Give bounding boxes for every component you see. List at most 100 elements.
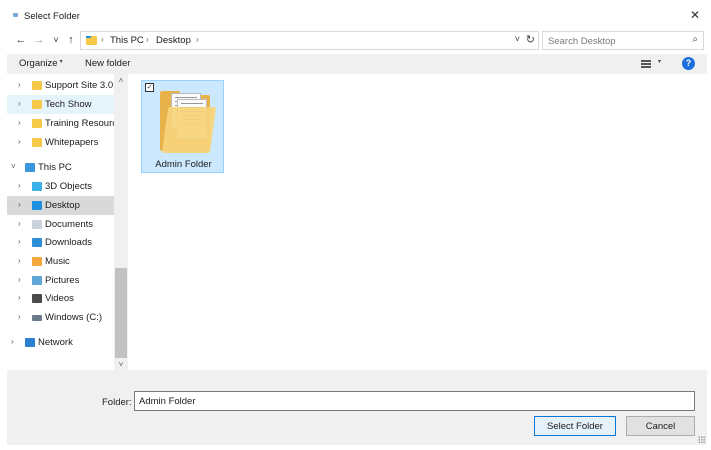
downloads-icon [32,238,42,247]
chevron-right-icon[interactable]: › [18,99,26,108]
chevron-right-icon[interactable]: › [18,80,26,89]
chevron-down-icon[interactable]: ▾ [658,58,661,65]
scrollbar-thumb[interactable] [115,268,127,358]
search-icon[interactable]: ⌕ [692,34,698,45]
folder-name: Admin Folder [155,159,212,170]
address-bar[interactable]: › This PC › Desktop › ˅ ↻ [80,31,539,50]
videos-icon [32,294,42,303]
sidebar-item-videos[interactable]: › Videos [7,289,114,308]
recent-locations-button[interactable]: ˅ [49,32,63,48]
sidebar-item-label: Network [38,337,73,348]
chevron-right-icon[interactable]: › [18,219,26,228]
address-dropdown-button[interactable]: ˅ [515,34,520,44]
breadcrumb-separator[interactable]: › [146,35,149,44]
breadcrumb-separator[interactable]: › [196,35,199,44]
forward-button[interactable]: → [32,32,46,48]
organize-label: Organize [19,58,58,69]
up-button[interactable]: ↑ [64,32,78,48]
desktop-folder-icon [32,201,42,210]
chevron-right-icon[interactable]: › [18,293,26,302]
new-folder-button[interactable]: New folder [85,58,130,69]
chevron-right-icon[interactable]: › [18,237,26,246]
computer-icon [25,163,35,172]
navigation-bar: ← → ˅ ↑ › This PC › Desktop › ˅ ↻ ⌕ [0,30,711,52]
pictures-icon [32,276,42,285]
folder-label: Folder: [102,397,132,408]
chevron-right-icon[interactable]: › [18,275,26,284]
cancel-button[interactable]: Cancel [626,416,695,436]
documents-icon [32,220,42,229]
sidebar-item-label: Videos [45,293,74,304]
search-input[interactable] [548,34,678,48]
resize-grip-icon[interactable] [698,436,705,443]
breadcrumb-this-pc[interactable]: This PC [110,35,144,46]
sidebar-item-downloads[interactable]: › Downloads [7,233,114,252]
select-folder-button[interactable]: Select Folder [534,416,616,436]
sidebar-item-label: Whitepapers [45,137,99,148]
chevron-right-icon[interactable]: › [18,312,26,321]
scroll-up-arrow[interactable]: ˄ [114,76,128,85]
sidebar-item-music[interactable]: › Music [7,252,114,271]
organize-button[interactable]: Organize ▾ [19,58,63,69]
chevron-right-icon[interactable]: › [18,256,26,265]
breadcrumb-separator[interactable]: › [101,35,104,44]
back-button[interactable]: ← [14,32,28,48]
sidebar-item-label: Pictures [45,275,80,286]
sidebar-item-label: 3D Objects [45,181,92,192]
sidebar-item-desktop[interactable]: › Desktop [7,196,114,215]
command-bar: Organize ▾ New folder ▾ ? [7,54,707,74]
window-title: Select Folder [24,11,80,22]
sidebar-item-pictures[interactable]: › Pictures [7,271,114,290]
folder-icon [32,100,42,109]
sidebar-item-label: Downloads [45,237,92,248]
dialog-footer: Folder: Select Folder Cancel [7,370,707,445]
folder-item-admin-folder[interactable]: ✓ Admin Folder [141,80,224,173]
sidebar-item-label: This PC [38,162,72,173]
sidebar-item-documents[interactable]: › Documents [7,215,114,234]
folder-icon [157,89,217,153]
network-icon [25,338,35,347]
file-list-view[interactable]: ✓ Admin Folder [128,74,707,370]
navigation-pane: › Support Site 3.0 › Tech Show › Trainin… [7,74,114,370]
sidebar-item-3d-objects[interactable]: › 3D Objects [7,177,114,196]
sidebar-item-tech-show[interactable]: › Tech Show [7,95,114,114]
sidebar-item-label: Tech Show [45,99,92,110]
sidebar-item-label: Windows (C:) [45,312,103,323]
sidebar-item-training-resources[interactable]: › Training Resources [7,114,114,133]
scroll-down-arrow[interactable]: ˅ [114,360,128,369]
chevron-down-icon: ▾ [59,59,63,65]
sidebar-item-windows-c[interactable]: › Windows (C:) [7,308,114,327]
sidebar-item-label: Training Resources [45,118,114,129]
drive-icon [32,315,42,321]
view-options-icon[interactable] [641,60,651,68]
desktop-folder-icon [86,36,97,45]
chevron-right-icon[interactable]: › [18,118,26,127]
navigation-pane-scrollbar[interactable]: ˄ ˅ [114,74,128,370]
sidebar-item-label: Support Site 3.0 [45,80,114,91]
sidebar-item-label: Documents [45,219,94,230]
sidebar-item-label: Music [45,256,70,267]
close-button[interactable]: ✕ [687,7,703,23]
sidebar-item-whitepapers[interactable]: › Whitepapers [7,133,114,152]
folder-name-input[interactable] [134,391,695,411]
chevron-right-icon[interactable]: › [18,200,26,209]
sidebar-item-network[interactable]: › Network [7,333,114,352]
chevron-right-icon[interactable]: › [18,181,26,190]
sidebar-item-support-site[interactable]: › Support Site 3.0 [7,76,114,95]
sidebar-item-this-pc[interactable]: ˅ This PC [7,158,114,177]
sidebar-item-label: Desktop [45,200,80,211]
title-bar: Select Folder ✕ [0,0,711,30]
app-icon [13,13,18,17]
chevron-right-icon[interactable]: › [18,137,26,146]
breadcrumb-desktop[interactable]: Desktop [156,35,191,46]
chevron-right-icon[interactable]: › [11,337,19,346]
chevron-down-icon[interactable]: ˅ [11,162,19,171]
folder-icon [32,138,42,147]
search-box[interactable]: ⌕ [542,31,704,50]
folder-icon [32,81,42,90]
music-icon [32,257,42,266]
help-icon[interactable]: ? [682,57,695,70]
refresh-icon[interactable]: ↻ [526,33,535,46]
3d-objects-icon [32,182,42,191]
item-checkbox[interactable]: ✓ [145,83,154,92]
